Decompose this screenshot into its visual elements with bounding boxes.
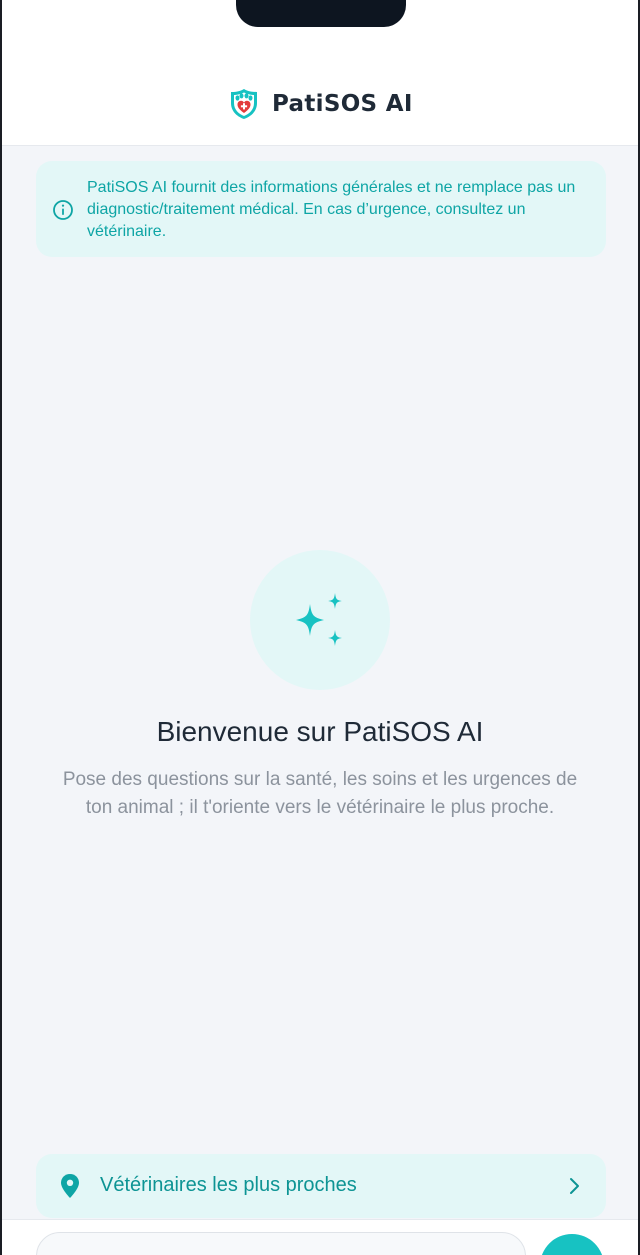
disclaimer-banner: PatiSOS AI fournit des informations géné… bbox=[36, 161, 606, 257]
app-title: PatiSOS AI bbox=[272, 91, 413, 117]
app-header: PatiSOS AI bbox=[0, 0, 640, 146]
brand: PatiSOS AI bbox=[228, 86, 413, 122]
disclaimer-text: PatiSOS AI fournit des informations géné… bbox=[87, 179, 576, 240]
send-button[interactable] bbox=[540, 1234, 604, 1255]
location-pin-icon bbox=[61, 1174, 79, 1198]
app-screen: PatiSOS AI PatiSOS AI fournit des inform… bbox=[0, 0, 640, 1255]
info-icon bbox=[53, 200, 73, 220]
nearest-vets-button[interactable]: Vétérinaires les plus proches bbox=[36, 1154, 606, 1218]
welcome-title: Bienvenue sur PatiSOS AI bbox=[156, 716, 484, 747]
paw-heart-shield-icon bbox=[231, 89, 257, 119]
chat-input[interactable] bbox=[36, 1232, 526, 1255]
chat-composer bbox=[0, 1219, 640, 1255]
chevron-right-icon bbox=[570, 1178, 579, 1194]
device-edge-left bbox=[0, 0, 2, 1255]
device-notch bbox=[236, 0, 406, 27]
sparkles-icon bbox=[296, 593, 342, 646]
welcome-subtitle: Pose des questions sur la santé, les soi… bbox=[62, 769, 578, 818]
nearest-vets-label: Vétérinaires les plus proches bbox=[100, 1174, 357, 1196]
welcome-badge bbox=[250, 550, 390, 690]
